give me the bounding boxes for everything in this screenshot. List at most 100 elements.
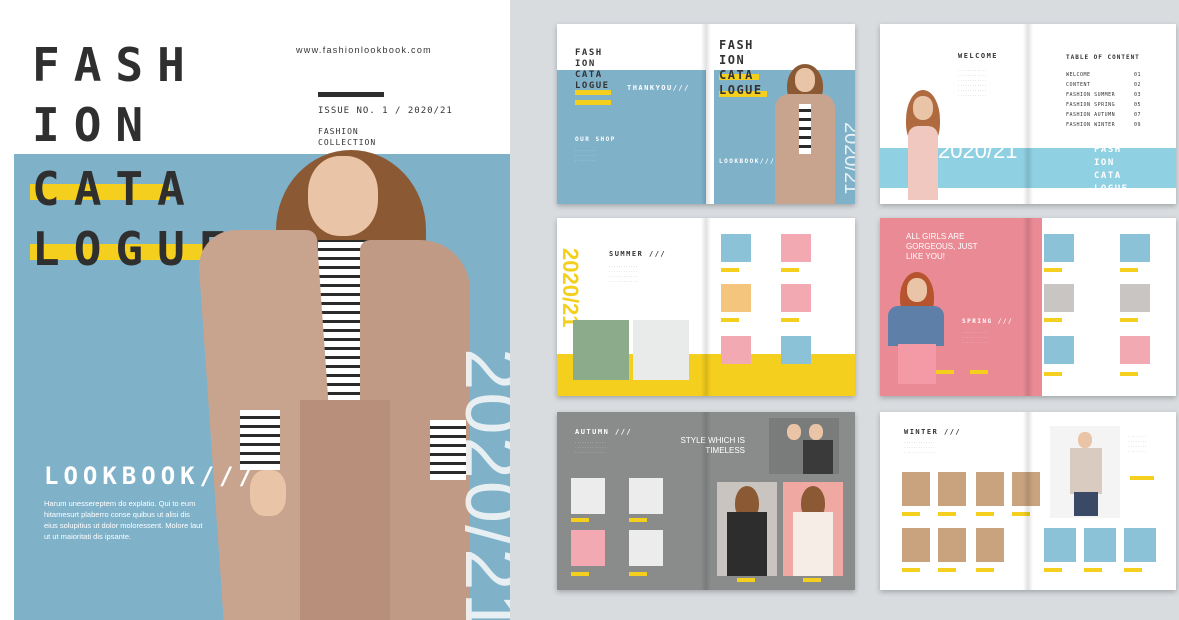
product-photo <box>976 528 1004 562</box>
summer-title: SUMMER /// <box>609 250 667 258</box>
product-photo <box>1044 528 1076 562</box>
couple-photo <box>769 418 839 474</box>
cover-model-image <box>190 150 490 620</box>
price-tag <box>938 512 956 516</box>
spread-title-line: LOGUE <box>575 81 610 91</box>
spread-summer: 2020/21 SUMMER /// · · · · · · · · · · ·… <box>557 218 855 396</box>
product-photo <box>1044 336 1074 364</box>
autumn-title: AUTUMN /// <box>575 428 633 436</box>
spread-title-line: FASH <box>719 38 754 52</box>
price-tag <box>629 518 647 522</box>
winter-title: WINTER /// <box>904 428 962 436</box>
product-details: · · · · · · · · · · · · · · · · · · · · · … <box>1128 434 1147 454</box>
spread-welcome: WELCOME · · · · · · · · · · · · · · · · ·… <box>880 24 1176 204</box>
product-photo <box>1012 472 1040 506</box>
cover-rule <box>318 92 384 97</box>
product-photo <box>633 320 689 380</box>
product-photo <box>902 528 930 562</box>
price-tag <box>976 512 994 516</box>
spread-title-line: CATA <box>575 70 603 80</box>
year-vertical: 2020/21 <box>840 122 855 195</box>
cover-title-line: CATA <box>32 162 199 216</box>
product-photo <box>1120 234 1150 262</box>
welcome-body: · · · · · · · · · · · · · · · · · · · · ·… <box>958 68 987 98</box>
our-shop-text: OUR SHOP <box>575 136 616 143</box>
price-tag <box>1130 476 1154 480</box>
spread-title-line: ION <box>575 59 596 69</box>
spread-title-line: LOGUE <box>719 83 763 97</box>
price-tag <box>1120 318 1138 322</box>
price-tag <box>1044 372 1062 376</box>
product-photo <box>781 234 811 262</box>
toc-item-label[interactable]: CONTENT <box>1066 82 1091 88</box>
price-tag <box>1124 568 1142 572</box>
spread-title-line: ION <box>719 53 746 67</box>
product-photo <box>1120 284 1150 312</box>
price-tag <box>781 372 799 376</box>
spring-title: SPRING /// <box>962 318 1014 325</box>
price-tag <box>1044 268 1062 272</box>
price-tag <box>936 370 954 374</box>
toc-item-page: 07 <box>1134 112 1142 118</box>
product-photo <box>1044 234 1074 262</box>
cover-body-text: Harum unessereptem do explatio. Qui to e… <box>44 499 203 541</box>
shop-info: · · · · · · · · · · · · · · · · · · · · · … <box>575 148 596 163</box>
price-tag <box>721 318 739 322</box>
product-photo <box>781 284 811 312</box>
autumn-headline: STYLE WHICH IS TIMELESS <box>680 436 745 455</box>
price-tag <box>1044 318 1062 322</box>
cover-website: www.fashionlookbook.com <box>296 45 432 55</box>
highlight <box>575 100 611 105</box>
toc-item-page: 03 <box>1134 92 1142 98</box>
price-tag <box>629 572 647 576</box>
autumn-body: · · · · · · · · · · · · · · · · · · · · ·… <box>575 440 606 455</box>
toc-item-label[interactable]: FASHION SPRING <box>1066 102 1115 108</box>
cover-title-line: FASH <box>32 38 199 92</box>
spread-autumn: AUTUMN /// · · · · · · · · · · · · · · · … <box>557 412 855 590</box>
price-tag <box>781 318 799 322</box>
model-photo <box>783 482 843 576</box>
product-photo <box>976 472 1004 506</box>
price-tag <box>1044 568 1062 572</box>
price-tag <box>737 578 755 582</box>
model-photo <box>769 64 839 204</box>
price-tag <box>803 578 821 582</box>
toc-item-label[interactable]: FASHION SUMMER <box>1066 92 1115 98</box>
toc-item-label[interactable]: WELCOME <box>1066 72 1091 78</box>
toc-item-page: 05 <box>1134 102 1142 108</box>
price-tag <box>721 268 739 272</box>
spread-winter: WINTER /// · · · · · · · · · · · · · · · … <box>880 412 1176 590</box>
spring-headline: ALL GIRLS ARE GORGEOUS, JUST LIKE YOU! <box>906 232 978 261</box>
price-tag <box>1120 372 1138 376</box>
toc-item-label[interactable]: FASHION WINTER <box>1066 122 1115 128</box>
price-tag <box>721 372 739 376</box>
model-photo <box>1050 426 1120 518</box>
toc-item-page: 02 <box>1134 82 1142 88</box>
price-tag <box>579 382 597 386</box>
product-photo <box>902 472 930 506</box>
product-photo <box>1120 336 1150 364</box>
price-tag <box>571 572 589 576</box>
product-photo <box>1084 528 1116 562</box>
price-tag <box>902 512 920 516</box>
price-tag <box>1012 512 1030 516</box>
toc-item-label[interactable]: FASHION AUTUMN <box>1066 112 1115 118</box>
product-photo <box>571 530 605 566</box>
spread-spring: ALL GIRLS ARE GORGEOUS, JUST LIKE YOU! S… <box>880 218 1176 396</box>
toc-title: TABLE OF CONTENT <box>1066 54 1140 61</box>
model-photo <box>882 272 952 396</box>
price-tag <box>781 268 799 272</box>
thankyou-text: THANKYOU/// <box>627 84 690 92</box>
cover-page: FASH ION CATA LOGUE www.fashionlookbook.… <box>0 0 510 620</box>
price-tag <box>639 382 657 386</box>
product-photo <box>938 528 966 562</box>
product-photo <box>721 234 751 262</box>
cover-lookbook: LOOKBOOK/// <box>44 462 258 490</box>
price-tag <box>938 568 956 572</box>
cover-collection: FASHION COLLECTION <box>318 127 377 147</box>
product-photo <box>721 336 751 364</box>
cover-issue: ISSUE NO. 1 / 2020/21 <box>318 106 453 116</box>
cover-year: 2020/21 <box>449 348 510 620</box>
year-vertical: 2020/21 <box>558 248 583 328</box>
product-photo <box>629 478 663 514</box>
